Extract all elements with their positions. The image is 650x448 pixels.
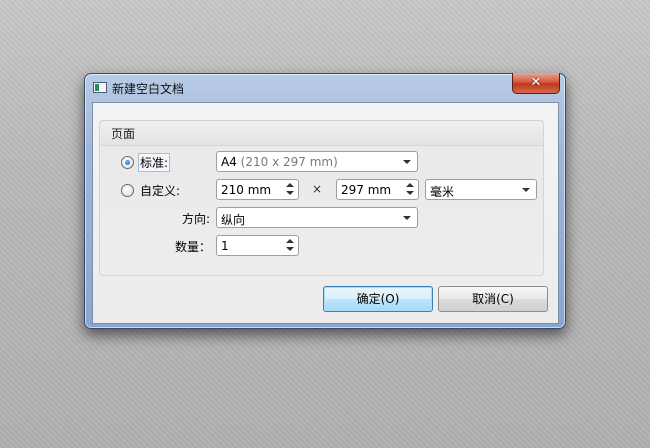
height-spin-buttons[interactable] — [405, 181, 415, 198]
spin-down-icon[interactable] — [406, 191, 414, 195]
document-icon — [93, 82, 107, 93]
orientation-value: 纵向 — [221, 213, 246, 227]
spin-down-icon[interactable] — [286, 247, 294, 251]
ok-button[interactable]: 确定(O) — [323, 286, 433, 312]
custom-height-spinbox[interactable]: 297 mm — [336, 179, 419, 200]
size-name: A4 — [221, 155, 237, 169]
times-sign: × — [312, 182, 323, 196]
page-group-header: 页面 — [100, 121, 543, 146]
page-group: 页面 标准: A4 (210 x 297 mm) 自定义: 210 mm × 2… — [99, 120, 544, 276]
count-label: 数量： — [175, 240, 212, 254]
window-title: 新建空白文档 — [112, 82, 185, 96]
count-spinbox[interactable]: 1 — [216, 235, 299, 256]
custom-height-value: 297 mm — [341, 183, 392, 197]
page-group-title: 页面 — [111, 127, 136, 141]
chevron-down-icon[interactable] — [520, 183, 532, 196]
count-spin-buttons[interactable] — [285, 237, 295, 254]
unit-value: 毫米 — [430, 185, 455, 199]
spin-up-icon[interactable] — [406, 183, 414, 187]
cancel-button[interactable]: 取消(C) — [438, 286, 548, 312]
standard-radio[interactable] — [121, 156, 134, 169]
spin-up-icon[interactable] — [286, 183, 294, 187]
chevron-down-icon[interactable] — [401, 155, 413, 168]
size-detail: (210 x 297 mm) — [240, 155, 338, 169]
unit-select[interactable]: 毫米 — [425, 179, 537, 200]
width-spin-buttons[interactable] — [285, 181, 295, 198]
chevron-down-icon[interactable] — [401, 211, 413, 224]
close-icon: ✕ — [530, 75, 542, 90]
count-value: 1 — [221, 239, 229, 253]
spin-down-icon[interactable] — [286, 191, 294, 195]
spin-up-icon[interactable] — [286, 239, 294, 243]
title-bar[interactable]: 新建空白文档 ✕ — [85, 73, 565, 102]
standard-label[interactable]: 标准: — [138, 153, 171, 172]
custom-label[interactable]: 自定义: — [140, 182, 180, 199]
new-blank-document-dialog: 新建空白文档 ✕ 页面 标准: A4 (210 x 297 mm) 自定义: 2… — [84, 73, 566, 329]
custom-width-value: 210 mm — [221, 183, 272, 197]
custom-width-spinbox[interactable]: 210 mm — [216, 179, 299, 200]
standard-size-value: A4 (210 x 297 mm) — [221, 155, 338, 169]
custom-radio[interactable] — [121, 184, 134, 197]
dialog-content: 页面 标准: A4 (210 x 297 mm) 自定义: 210 mm × 2… — [92, 102, 559, 324]
orientation-label: 方向: — [182, 212, 211, 226]
standard-size-select[interactable]: A4 (210 x 297 mm) — [216, 151, 418, 172]
orientation-select[interactable]: 纵向 — [216, 207, 418, 228]
close-button[interactable]: ✕ — [512, 73, 560, 94]
